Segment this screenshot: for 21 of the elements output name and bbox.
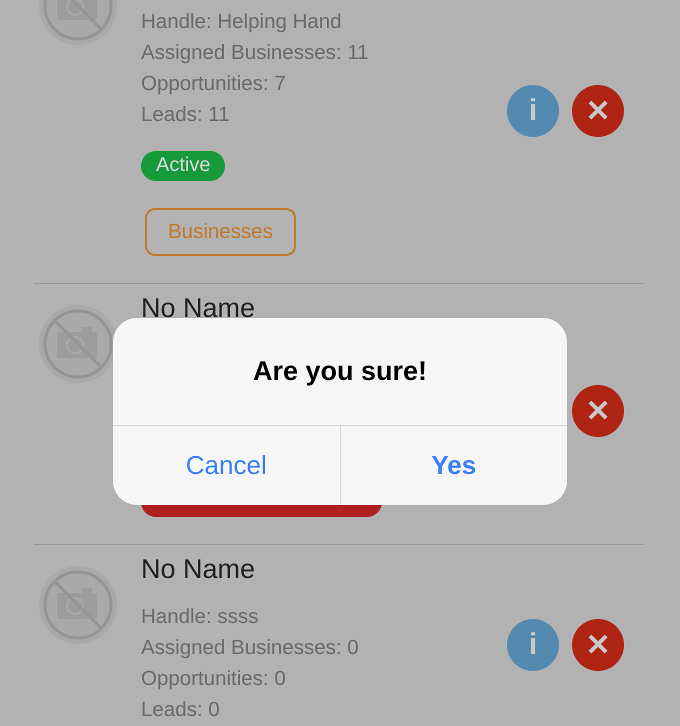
delete-button[interactable]: ✕	[572, 384, 624, 436]
user-stat: Leads: 11	[141, 102, 231, 128]
info-button[interactable]: i	[507, 85, 559, 137]
user-stat: Assigned Businesses: 0	[141, 635, 359, 661]
no-photo-icon	[38, 304, 118, 384]
user-stat: Assigned Businesses: 11	[141, 40, 369, 66]
user-stat: Opportunities: 7	[141, 71, 287, 97]
user-name: No Name	[141, 556, 256, 583]
cancel-button[interactable]: Cancel	[113, 426, 340, 505]
status-badge: Active	[141, 151, 226, 181]
info-button[interactable]: i	[507, 619, 559, 671]
user-stat: Leads: 0	[141, 697, 221, 723]
confirm-button[interactable]: Yes	[340, 426, 567, 505]
delete-button[interactable]: ✕	[572, 619, 624, 671]
delete-button[interactable]: ✕	[572, 85, 624, 137]
user-stat: Handle: ssss	[141, 604, 260, 630]
user-stat: Opportunities: 0	[141, 666, 287, 692]
user-name: No Name	[141, 295, 256, 322]
user-stat: Handle: Helping Hand	[141, 9, 343, 35]
no-photo-icon	[38, 565, 118, 645]
dialog-title: Are you sure!	[252, 356, 428, 387]
